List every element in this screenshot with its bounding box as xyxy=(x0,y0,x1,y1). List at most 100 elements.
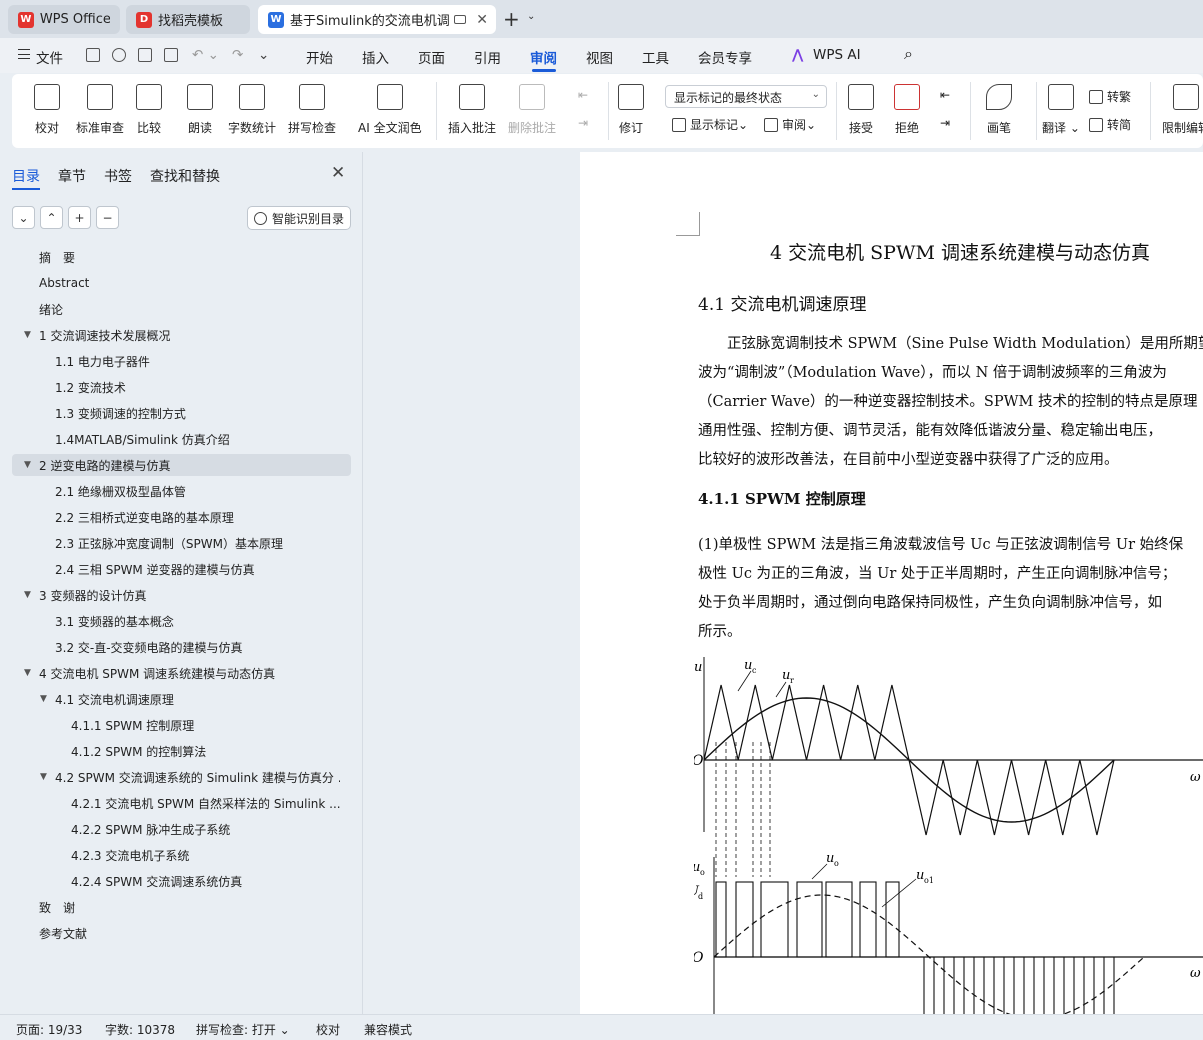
show-markup-button[interactable]: 显示标记 ⌄ xyxy=(672,116,748,133)
toc-item[interactable]: 绪论 xyxy=(0,298,350,320)
menu-review[interactable]: 审阅 xyxy=(530,47,557,67)
tab-toc[interactable]: 目录 xyxy=(12,166,40,186)
previous-change-icon[interactable]: ⇤ xyxy=(940,88,950,102)
chevron-down-icon[interactable]: ⌄ xyxy=(527,11,535,22)
toc-item[interactable]: 1.2 变流技术 xyxy=(0,376,350,398)
menu-tools[interactable]: 工具 xyxy=(642,47,669,67)
toc-item[interactable]: 3.1 变频器的基本概念 xyxy=(0,610,350,632)
markup-mode-select[interactable]: 显示标记的最终状态 ⌄ xyxy=(665,85,827,108)
ai-polish-button[interactable]: AI 全文润色 xyxy=(358,80,422,136)
expand-caret-icon[interactable]: ▼ xyxy=(40,772,47,782)
toc-item[interactable]: 4.2.3 交流电机子系统 xyxy=(0,844,350,866)
toc-item[interactable]: ▼ 4.1 交流电机调速原理 xyxy=(0,688,350,710)
undo-icon[interactable]: ↶ ⌄ xyxy=(192,47,219,63)
track-changes-button[interactable]: 修订 xyxy=(618,80,644,136)
standard-review-button[interactable]: 标准审查 xyxy=(76,80,124,136)
review-pane-button[interactable]: 审阅 ⌄ xyxy=(764,116,816,133)
insert-comment-button[interactable]: 插入批注 xyxy=(448,80,496,136)
add-heading-button[interactable]: + xyxy=(68,206,91,229)
menu-page[interactable]: 页面 xyxy=(418,47,445,67)
read-aloud-button[interactable]: 朗读 xyxy=(187,80,213,136)
menu-wps-ai[interactable]: WPS AI xyxy=(813,47,861,63)
print-preview-icon[interactable] xyxy=(164,48,178,62)
word-count-button[interactable]: 字数统计 xyxy=(228,80,276,136)
toc-item[interactable]: 4.1.2 SPWM 的控制算法 xyxy=(0,740,350,762)
proofread-status[interactable]: 校对 xyxy=(316,1021,340,1038)
save-icon[interactable] xyxy=(86,48,100,62)
new-tab-icon[interactable]: + xyxy=(503,9,520,29)
previous-comment-icon[interactable]: ⇤ xyxy=(578,88,588,102)
tab-find-replace[interactable]: 查找和替换 xyxy=(150,166,220,186)
toc-item[interactable]: 2.1 绝缘栅双极型晶体管 xyxy=(0,480,350,502)
close-pane-icon[interactable]: ✕ xyxy=(331,163,345,183)
document-page[interactable]: 4 交流电机 SPWM 调速系统建模与动态仿真 4.1 交流电机调速原理 正弦脉… xyxy=(580,152,1203,1014)
toc-item[interactable]: ▼ 4.2 SPWM 交流调速系统的 Simulink 建模与仿真分 ... xyxy=(0,766,350,788)
tab-bookmarks[interactable]: 书签 xyxy=(104,166,132,186)
expand-down-button[interactable]: ⌄ xyxy=(12,206,35,229)
menu-member[interactable]: 会员专享 xyxy=(698,47,752,67)
expand-caret-icon[interactable]: ▼ xyxy=(24,668,31,678)
toc-item[interactable]: 4.1.1 SPWM 控制原理 xyxy=(0,714,350,736)
expand-caret-icon[interactable]: ▼ xyxy=(24,330,31,340)
toc-item[interactable]: ▼ 2 逆变电路的建模与仿真 xyxy=(12,454,351,476)
toc-item[interactable]: 2.4 三相 SPWM 逆变器的建模与仿真 xyxy=(0,558,350,580)
spell-check-status[interactable]: 拼写检查: 打开 ⌄ xyxy=(196,1021,290,1038)
axis-label-u: u xyxy=(694,660,702,675)
expand-caret-icon[interactable]: ▼ xyxy=(24,590,31,600)
hamburger-menu-icon[interactable] xyxy=(18,49,30,59)
toc-item[interactable]: 摘 要 xyxy=(0,246,350,268)
translate-button[interactable]: 翻译 ⌄ xyxy=(1042,80,1080,136)
toc-item[interactable]: ▼ 4 交流电机 SPWM 调速系统建模与动态仿真 xyxy=(0,662,350,684)
page-indicator[interactable]: 页面: 19/33 xyxy=(16,1021,82,1038)
to-traditional-button[interactable]: 转繁 xyxy=(1089,88,1131,105)
toc-item[interactable]: 致 谢 xyxy=(0,896,350,918)
pen-button[interactable]: 画笔 xyxy=(986,80,1012,136)
tab-chapters[interactable]: 章节 xyxy=(58,166,86,186)
toc-item[interactable]: 1.1 电力电子器件 xyxy=(0,350,350,372)
monitor-icon[interactable] xyxy=(454,15,466,24)
tab-document[interactable]: W 基于Simulink的交流电机调速 ✕ xyxy=(258,5,496,34)
tab-docer[interactable]: D 找稻壳模板 xyxy=(126,5,250,34)
menu-references[interactable]: 引用 xyxy=(474,47,501,67)
more-chevron-icon[interactable]: ⌄ xyxy=(258,47,269,63)
toc-item[interactable]: 3.2 交-直-交变频电路的建模与仿真 xyxy=(0,636,350,658)
search-icon[interactable]: ⌕ xyxy=(904,44,913,64)
close-tab-icon[interactable]: ✕ xyxy=(476,12,488,28)
toc-item[interactable]: ▼ 1 交流调速技术发展概况 xyxy=(0,324,350,346)
wps-ai-icon[interactable]: ⋀ xyxy=(792,47,803,63)
toc-item[interactable]: 4.2.2 SPWM 脉冲生成子系统 xyxy=(0,818,350,840)
toc-item[interactable]: 2.2 三相桥式逆变电路的基本原理 xyxy=(0,506,350,528)
toc-item[interactable]: 1.4MATLAB/Simulink 仿真介绍 xyxy=(0,428,350,450)
share-icon[interactable] xyxy=(112,48,126,62)
to-simplified-button[interactable]: 转简 xyxy=(1089,116,1131,133)
remove-heading-button[interactable]: − xyxy=(96,206,119,229)
menu-insert[interactable]: 插入 xyxy=(362,47,389,67)
menu-start[interactable]: 开始 xyxy=(306,47,333,67)
tab-wps-office[interactable]: W WPS Office xyxy=(8,5,120,34)
toc-item[interactable]: Abstract xyxy=(0,272,350,294)
expand-caret-icon[interactable]: ▼ xyxy=(24,460,31,470)
collapse-up-button[interactable]: ⌃ xyxy=(40,206,63,229)
print-icon[interactable] xyxy=(138,48,152,62)
compare-button[interactable]: 比较 xyxy=(136,80,162,136)
toc-item[interactable]: 4.2.1 交流电机 SPWM 自然采样法的 Simulink ... xyxy=(0,792,350,814)
spell-check-button[interactable]: 拼写检查 xyxy=(288,80,336,136)
reject-button[interactable]: 拒绝 xyxy=(894,80,920,136)
accept-button[interactable]: 接受 xyxy=(848,80,874,136)
toc-item[interactable]: 2.3 正弦脉冲宽度调制（SPWM）基本原理 xyxy=(0,532,350,554)
smart-toc-button[interactable]: 智能识别目录 xyxy=(247,206,351,230)
redo-icon[interactable]: ↷ xyxy=(232,47,243,63)
next-comment-icon[interactable]: ⇥ xyxy=(578,116,588,130)
next-change-icon[interactable]: ⇥ xyxy=(940,116,950,130)
toc-item[interactable]: 1.3 变频调速的控制方式 xyxy=(0,402,350,424)
expand-caret-icon[interactable]: ▼ xyxy=(40,694,47,704)
menu-file[interactable]: 文件 xyxy=(36,47,63,67)
proofread-button[interactable]: 校对 xyxy=(34,80,60,136)
menu-view[interactable]: 视图 xyxy=(586,47,613,67)
restrict-edit-button[interactable]: 限制编辑 xyxy=(1162,80,1203,136)
toc-item[interactable]: 参考文献 xyxy=(0,922,350,944)
toc-item[interactable]: 4.2.4 SPWM 交流调速系统仿真 xyxy=(0,870,350,892)
delete-comment-button[interactable]: 删除批注 xyxy=(508,80,556,136)
toc-item[interactable]: ▼ 3 变频器的设计仿真 xyxy=(0,584,350,606)
word-count[interactable]: 字数: 10378 xyxy=(105,1021,175,1038)
